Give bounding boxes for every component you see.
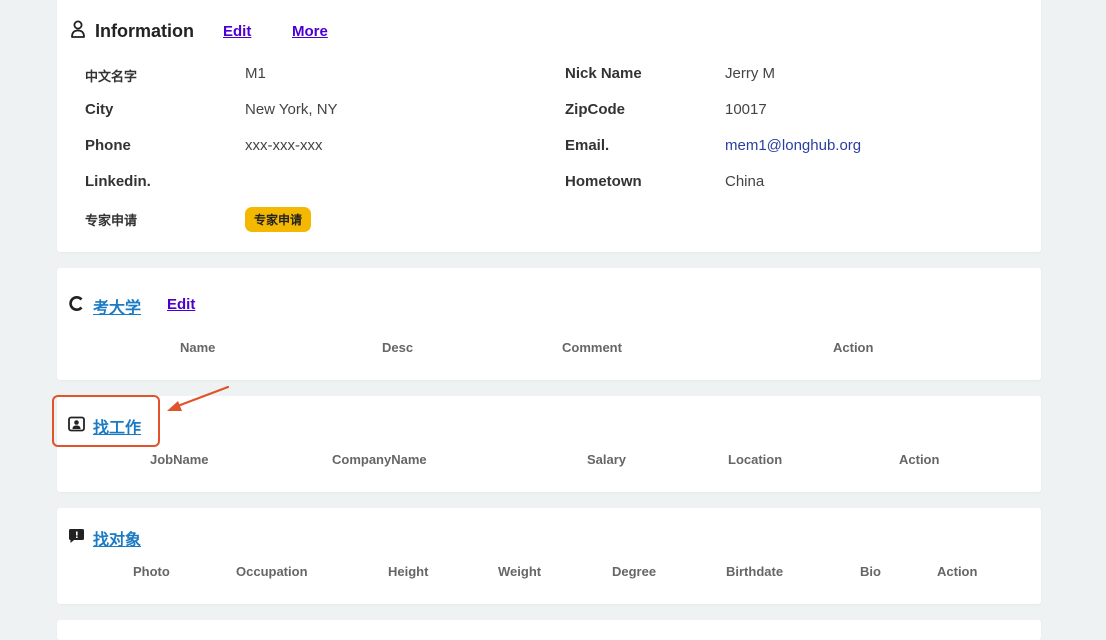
- column-header-bio: Bio: [860, 564, 881, 579]
- hometown-label: Hometown: [565, 173, 642, 190]
- column-header-action: Action: [899, 452, 940, 467]
- column-header-name: Name: [180, 340, 216, 355]
- city-value: New York, NY: [245, 101, 338, 118]
- dating-header: 找对象: [68, 526, 141, 550]
- column-header-comment: Comment: [562, 340, 622, 355]
- expert-apply-label: 专家申请: [85, 213, 138, 228]
- column-header-weight: Weight: [498, 564, 542, 579]
- information-card: [57, 0, 1041, 252]
- column-header-height: Height: [388, 564, 429, 579]
- zipcode-label: ZipCode: [565, 101, 625, 118]
- column-header-birthdate: Birthdate: [726, 564, 784, 579]
- chinese-name-value: M1: [245, 65, 266, 82]
- email-label: Email.: [565, 137, 610, 154]
- dating-card: [57, 508, 1041, 604]
- column-header-occupation: Occupation: [236, 564, 308, 579]
- highlight-box: [52, 395, 160, 447]
- nick-name-label: Nick Name: [565, 65, 642, 82]
- information-title: Information: [95, 21, 194, 41]
- loading-circle-icon: [68, 295, 85, 317]
- column-header-degree: Degree: [612, 564, 657, 579]
- column-header-salary: Salary: [587, 452, 627, 467]
- next-section-card: [57, 620, 1041, 640]
- dating-title-link[interactable]: 找对象: [93, 526, 141, 550]
- university-header: 考大学: [68, 294, 141, 318]
- column-header-action: Action: [833, 340, 874, 355]
- email-value[interactable]: mem1@longhub.org: [725, 137, 861, 154]
- column-header-companyname: CompanyName: [332, 452, 427, 467]
- university-card: [57, 268, 1041, 380]
- university-edit-link[interactable]: Edit: [167, 296, 195, 313]
- user-icon: [70, 20, 86, 43]
- info-more-link[interactable]: More: [292, 23, 328, 40]
- phone-label: Phone: [85, 137, 131, 154]
- hometown-value: China: [725, 173, 765, 190]
- chinese-name-label: 中文名字: [85, 69, 138, 84]
- city-label: City: [85, 101, 114, 118]
- zipcode-value: 10017: [725, 101, 767, 118]
- expert-apply-badge[interactable]: 专家申请: [245, 207, 312, 232]
- chat-bubble-icon: [68, 528, 85, 549]
- university-title-link[interactable]: 考大学: [93, 294, 141, 318]
- column-header-location: Location: [728, 452, 783, 467]
- column-header-jobname: JobName: [150, 452, 209, 467]
- column-header-action: Action: [937, 564, 978, 579]
- linkedin-label: Linkedin.: [85, 173, 151, 190]
- annotation-arrow: [167, 385, 230, 411]
- info-edit-link[interactable]: Edit: [223, 23, 251, 40]
- column-header-photo: Photo: [133, 564, 170, 579]
- column-header-desc: Desc: [382, 340, 414, 355]
- nick-name-value: Jerry M: [725, 65, 775, 82]
- information-header: Information: [70, 20, 194, 43]
- phone-value: xxx-xxx-xxx: [245, 137, 323, 154]
